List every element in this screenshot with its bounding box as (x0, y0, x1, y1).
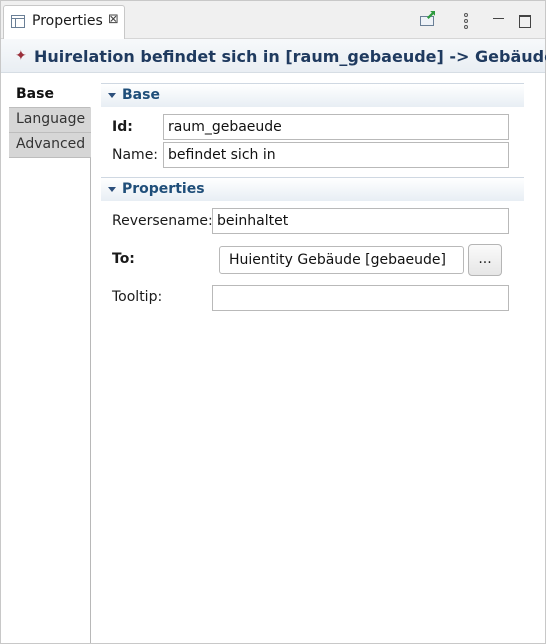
tab-base[interactable]: Base (9, 83, 91, 108)
name-field[interactable]: befindet sich in (163, 142, 509, 168)
id-label: Id: (112, 119, 133, 135)
maximize-icon[interactable] (515, 11, 535, 31)
properties-view: Properties ⊠ ✦ Huirelation befindet sich… (0, 0, 546, 644)
collapse-triangle-icon (108, 93, 116, 98)
tooltip-label: Tooltip: (112, 289, 163, 305)
properties-section-header[interactable]: Properties (101, 177, 524, 201)
pin-to-view-icon[interactable] (418, 11, 438, 31)
tooltip-field[interactable] (212, 285, 509, 311)
tab-language[interactable]: Language (9, 108, 91, 133)
name-label: Name: (112, 147, 159, 163)
to-field[interactable]: Huientity Gebäude [gebaeude] (219, 246, 464, 274)
properties-view-icon (11, 15, 25, 28)
close-icon[interactable]: ⊠ (108, 12, 119, 27)
page-title: Huirelation befindet sich in [raum_gebae… (34, 47, 546, 66)
base-section-header[interactable]: Base (101, 83, 524, 107)
reversename-label: Reversename: (112, 213, 213, 229)
side-tab-list: Base Language Advanced (9, 83, 91, 643)
to-label: To: (112, 251, 135, 267)
properties-section-title: Properties (122, 181, 205, 197)
browse-button[interactable]: ... (468, 244, 502, 276)
minimize-icon[interactable] (489, 11, 509, 31)
relation-icon: ✦ (15, 48, 27, 64)
id-field[interactable]: raum_gebaeude (163, 114, 509, 140)
collapse-triangle-icon (108, 187, 116, 192)
reversename-field[interactable]: beinhaltet (212, 208, 509, 234)
base-section-title: Base (122, 87, 160, 103)
view-tab-bar: Properties ⊠ (1, 1, 545, 39)
properties-tab[interactable]: Properties ⊠ (3, 5, 125, 39)
properties-title-bar: ✦ Huirelation befindet sich in [raum_geb… (1, 39, 546, 73)
view-menu-icon[interactable] (456, 11, 476, 31)
properties-tab-label: Properties (32, 13, 103, 29)
tab-advanced[interactable]: Advanced (9, 133, 91, 158)
